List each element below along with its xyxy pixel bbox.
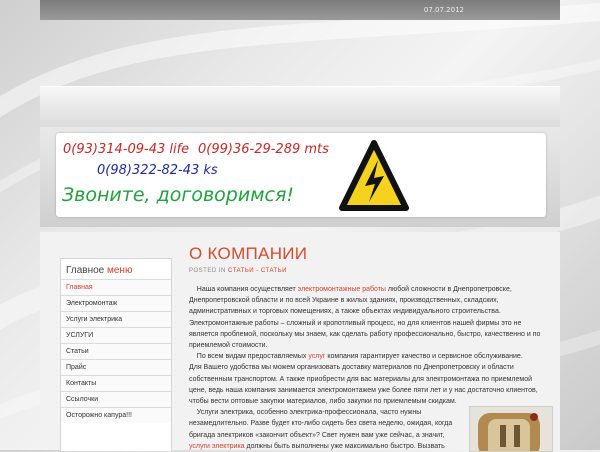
category-link[interactable]: СТАТЬИ - СТАТЬИ: [228, 268, 287, 274]
menu-item-home[interactable]: Главная: [61, 279, 171, 295]
paragraph-4: Услуги электрика, особенно электрика-про…: [189, 409, 453, 439]
paragraph-2: По всем видам предоставляемых услуг комп…: [196, 353, 523, 361]
phone-banner: 0(93)314-09-43 life 0(99)36-29-289 mts 0…: [56, 133, 546, 217]
paragraph-1: Наша компания осуществляет электромонтаж…: [189, 286, 541, 350]
banner-slogan: Звоните, договоримся!: [62, 184, 295, 206]
phone-ks: 0(98)322-82-43 ks: [97, 163, 218, 178]
navigation-bar: [40, 86, 560, 128]
electrical-works-link[interactable]: электромонтажные работы: [298, 286, 386, 293]
paragraph-5: услуги электрика должны быть выполнены у…: [189, 442, 445, 450]
high-voltage-icon: [339, 140, 409, 211]
menu-item-services[interactable]: УСЛУГИ: [61, 327, 171, 343]
article-thumbnail: [469, 406, 553, 452]
phone-life: 0(93)314-09-43 life: [63, 142, 190, 157]
menu-item-electrician-services[interactable]: Услуги электрика: [61, 311, 171, 327]
main-menu: Главное меню Главная Электромонтаж Услуг…: [60, 258, 172, 451]
phone-mts: 0(99)36-29-289 mts: [198, 142, 329, 157]
menu-list: Главная Электромонтаж Услуги электрика У…: [61, 279, 171, 423]
menu-item-price[interactable]: Прайс: [61, 359, 171, 375]
menu-item-caution[interactable]: Осторожно капура!!!: [61, 407, 171, 423]
posted-in: POSTED IN СТАТЬИ - СТАТЬИ: [189, 268, 287, 274]
menu-item-articles[interactable]: Статьи: [61, 343, 171, 359]
services-link[interactable]: услуг: [308, 353, 325, 360]
menu-title: Главное меню: [66, 265, 133, 276]
menu-item-links[interactable]: Ссылочки: [61, 391, 171, 407]
menu-item-electrical-installation[interactable]: Электромонтаж: [61, 295, 171, 311]
paragraph-3: Для Вашего удобства мы можем организоват…: [189, 364, 538, 406]
top-bar: 07.07.2012: [40, 0, 560, 20]
socket-photo: [470, 407, 552, 451]
electrician-services-link[interactable]: услуги электрика: [189, 443, 245, 450]
menu-item-contacts[interactable]: Контакты: [61, 375, 171, 391]
page-title: О КОМПАНИИ: [189, 244, 308, 263]
header-date: 07.07.2012: [423, 6, 464, 14]
